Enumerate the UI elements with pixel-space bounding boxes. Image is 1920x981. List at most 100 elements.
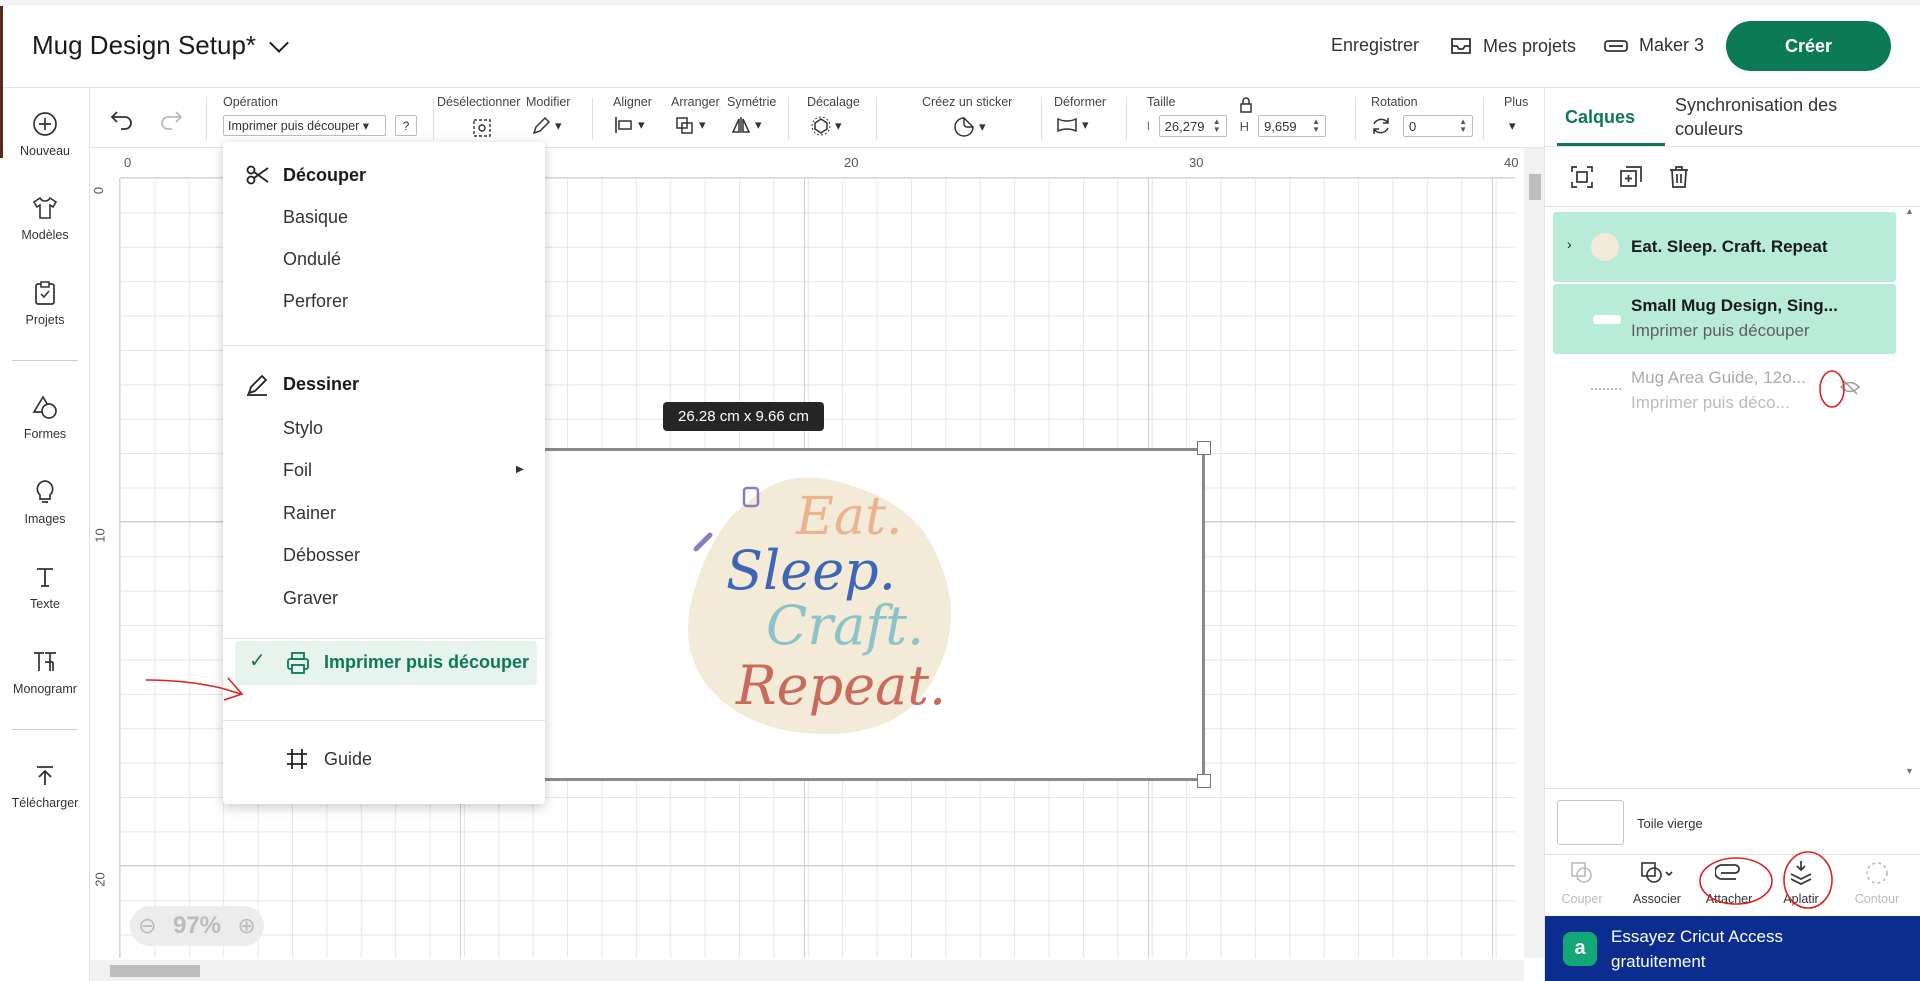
mug-artboard[interactable]: Eat. Sleep. Craft. Repeat. [505,448,1205,781]
arrange-control[interactable]: ▾ [674,115,706,135]
ruler-label: 0 [124,155,132,170]
more-label: Plus [1504,95,1529,109]
menu-item-deboss[interactable]: Débosser [283,545,360,566]
lightbulb-icon [31,478,59,506]
menu-item-pen[interactable]: Stylo [283,418,323,439]
layer-item[interactable]: Small Mug Design, Sing... Imprimer puis … [1553,284,1896,354]
operation-value: Imprimer puis découper [228,119,360,133]
guide-icon [287,749,307,769]
layer-title: Eat. Sleep. Craft. Repeat [1631,237,1828,256]
group-icon[interactable] [1569,164,1595,190]
menu-item-perforate[interactable]: Perforer [283,291,348,312]
tshirt-icon [31,194,59,222]
panel-divider [1545,788,1920,789]
operation-label: Opération [223,95,278,109]
project-title-dropdown[interactable]: Mug Design Setup* [32,30,289,61]
resize-handle-bottom-right[interactable] [1197,774,1211,788]
sidebar-item-upload[interactable]: Télécharger [0,762,90,810]
menu-item-wavy[interactable]: Ondulé [283,249,341,270]
redo-icon[interactable] [158,108,184,130]
cricut-access-banner[interactable]: a Essayez Cricut Access gratuitement [1545,916,1920,981]
menu-item-foil[interactable]: Foil [283,460,312,481]
sidebar-item-new[interactable]: Nouveau [0,110,90,158]
edit-control[interactable]: ▾ [530,115,562,137]
rotation-input[interactable]: 0 ▲ ▼ [1403,115,1473,137]
trash-icon[interactable] [1667,164,1691,190]
shapes-icon [31,393,59,421]
left-sidebar: Nouveau Modèles Projets Formes Images Te… [0,88,90,981]
cricut-access-logo: a [1563,931,1597,966]
sticker-control[interactable]: ▾ [952,115,986,139]
resize-handle-top-right[interactable] [1197,441,1211,455]
tab-color-sync[interactable]: Synchronisation des couleurs [1675,88,1890,146]
menu-item-score[interactable]: Rainer [283,503,336,524]
menu-item-basic[interactable]: Basique [283,207,348,228]
flatten-button[interactable]: Aplatir [1766,858,1836,906]
scroll-down-icon[interactable]: ▼ [1905,766,1914,776]
browser-strip [0,0,1920,6]
undo-icon[interactable] [109,108,135,130]
zoom-out-icon[interactable]: ⊖ [138,913,156,939]
sidebar-item-text[interactable]: Texte [0,563,90,611]
scroll-thumb[interactable] [110,965,200,977]
project-icon [31,279,59,307]
ruler-label: 30 [1189,155,1204,170]
layer-operation: Imprimer puis découper [1631,321,1810,340]
caret-down-icon: ▾ [755,117,762,132]
slice-icon [1547,858,1617,888]
align-control[interactable]: ▾ [613,115,645,135]
sidebar-item-templates[interactable]: Modèles [0,194,90,242]
my-projects-link[interactable]: Mes projets [1449,35,1576,57]
scroll-thumb[interactable] [1529,174,1541,200]
vertical-scrollbar[interactable] [1524,148,1544,958]
symmetry-control[interactable]: ▾ [730,115,762,135]
contour-button[interactable]: Contour [1842,858,1912,906]
scroll-up-icon[interactable]: ▲ [1905,206,1914,216]
attach-button[interactable]: Attacher [1694,858,1764,906]
layer-item[interactable]: Mug Area Guide, 12o... Imprimer puis déc… [1553,356,1896,426]
menu-item-guide[interactable]: Guide [324,749,372,770]
lock-icon[interactable] [1239,97,1253,113]
hidden-eye-icon[interactable] [1839,378,1861,396]
tab-layers[interactable]: Calques [1565,88,1635,146]
draw-header-label: Dessiner [283,373,360,394]
operation-help-button[interactable]: ? [395,115,417,136]
sidebar-item-projects[interactable]: Projets [0,279,90,327]
height-input[interactable]: 9,659 ▲ ▼ [1258,115,1327,137]
text-icon [31,563,59,591]
operation-menu: Découper Basique Ondulé Perforer Dessine… [223,142,545,804]
accent-bar [0,6,3,88]
sidebar-item-images[interactable]: Images [0,478,90,526]
deselect-icon[interactable] [471,117,493,139]
sticker-icon [954,117,974,137]
layers-scrollbar[interactable]: ▲ ▼ [1900,206,1920,784]
paperclip-icon [1694,858,1764,888]
sidebar-item-monogram[interactable]: Monogramr [0,648,90,696]
menu-item-engrave[interactable]: Graver [283,588,338,609]
save-link[interactable]: Enregistrer [1331,35,1419,56]
more-button[interactable]: ▾ [1509,118,1516,134]
width-input[interactable]: 26,279 ▲ ▼ [1158,115,1227,137]
caret-down-icon: ▾ [979,119,986,134]
arrange-label: Arranger [671,95,720,109]
duplicate-icon[interactable] [1618,164,1644,190]
sidebar-item-shapes[interactable]: Formes [0,393,90,441]
warp-control[interactable]: ▾ [1055,115,1089,135]
layer-item[interactable]: › Eat. Sleep. Craft. Repeat [1553,212,1896,282]
combine-button[interactable]: Associer [1622,858,1692,906]
machine-selector[interactable]: Maker 3 [1603,35,1704,56]
horizontal-scrollbar[interactable] [90,960,1524,981]
offset-control[interactable]: ▾ [810,115,842,137]
layer-thumbnail [1593,315,1621,324]
zoom-in-icon[interactable]: ⊕ [237,913,255,939]
blank-canvas-swatch[interactable] [1557,800,1624,845]
caret-down-icon: ▾ [1082,117,1089,132]
operation-select[interactable]: Imprimer puis découper ▾ [223,115,386,136]
cut-header-label: Découper [283,164,367,185]
slice-button[interactable]: Couper [1547,858,1617,906]
sidebar-label: Projets [25,313,65,327]
sidebar-divider [12,729,78,730]
design-image[interactable]: Eat. Sleep. Craft. Repeat. [676,454,986,764]
expand-chevron-icon[interactable]: › [1567,236,1572,252]
create-button[interactable]: Créer [1726,21,1891,71]
